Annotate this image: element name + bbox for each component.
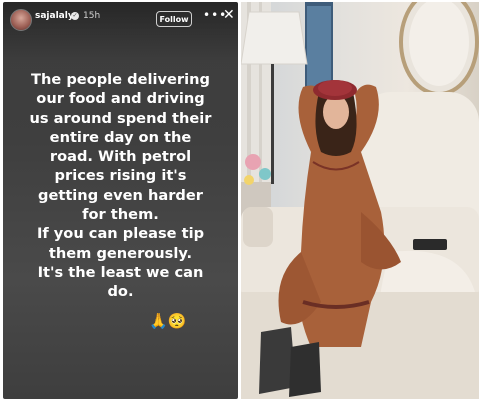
verified-badge-icon: ✓: [71, 12, 79, 20]
message-line: us around spend their: [29, 109, 212, 127]
photo-panel: [241, 2, 479, 399]
message-line: If you can please tip: [36, 225, 205, 243]
boot-right: [289, 342, 321, 397]
face: [323, 95, 349, 129]
story-panel: sajalaly ✓ 15h Follow ••• ✕ The people d…: [3, 2, 238, 399]
message-line: our food and driving: [36, 90, 205, 108]
message-line: for them.: [82, 206, 159, 224]
message-line: road. With petrol: [49, 148, 192, 166]
close-icon[interactable]: ✕: [223, 7, 235, 23]
message-line: It's the least we can: [37, 263, 204, 281]
lamp-stand: [271, 64, 274, 184]
message-line: do.: [107, 283, 134, 301]
message-line: entire day on the: [49, 128, 192, 146]
praying-pleading-emoji-icon: 🙏🥺: [149, 312, 187, 330]
story-message: The people delivering our food and drivi…: [13, 70, 228, 302]
message-line: prices rising it's: [54, 167, 187, 185]
message-line: The people delivering: [31, 71, 210, 88]
message-line: them generously.: [48, 244, 193, 262]
lamp-shade: [241, 11, 308, 65]
phone: [413, 239, 447, 250]
photo-illustration: [241, 2, 479, 399]
story-username[interactable]: sajalaly: [35, 11, 74, 21]
message-line: getting even harder: [38, 186, 203, 204]
follow-button[interactable]: Follow: [156, 11, 192, 27]
avatar[interactable]: [10, 9, 32, 31]
story-timestamp: 15h: [83, 11, 101, 21]
